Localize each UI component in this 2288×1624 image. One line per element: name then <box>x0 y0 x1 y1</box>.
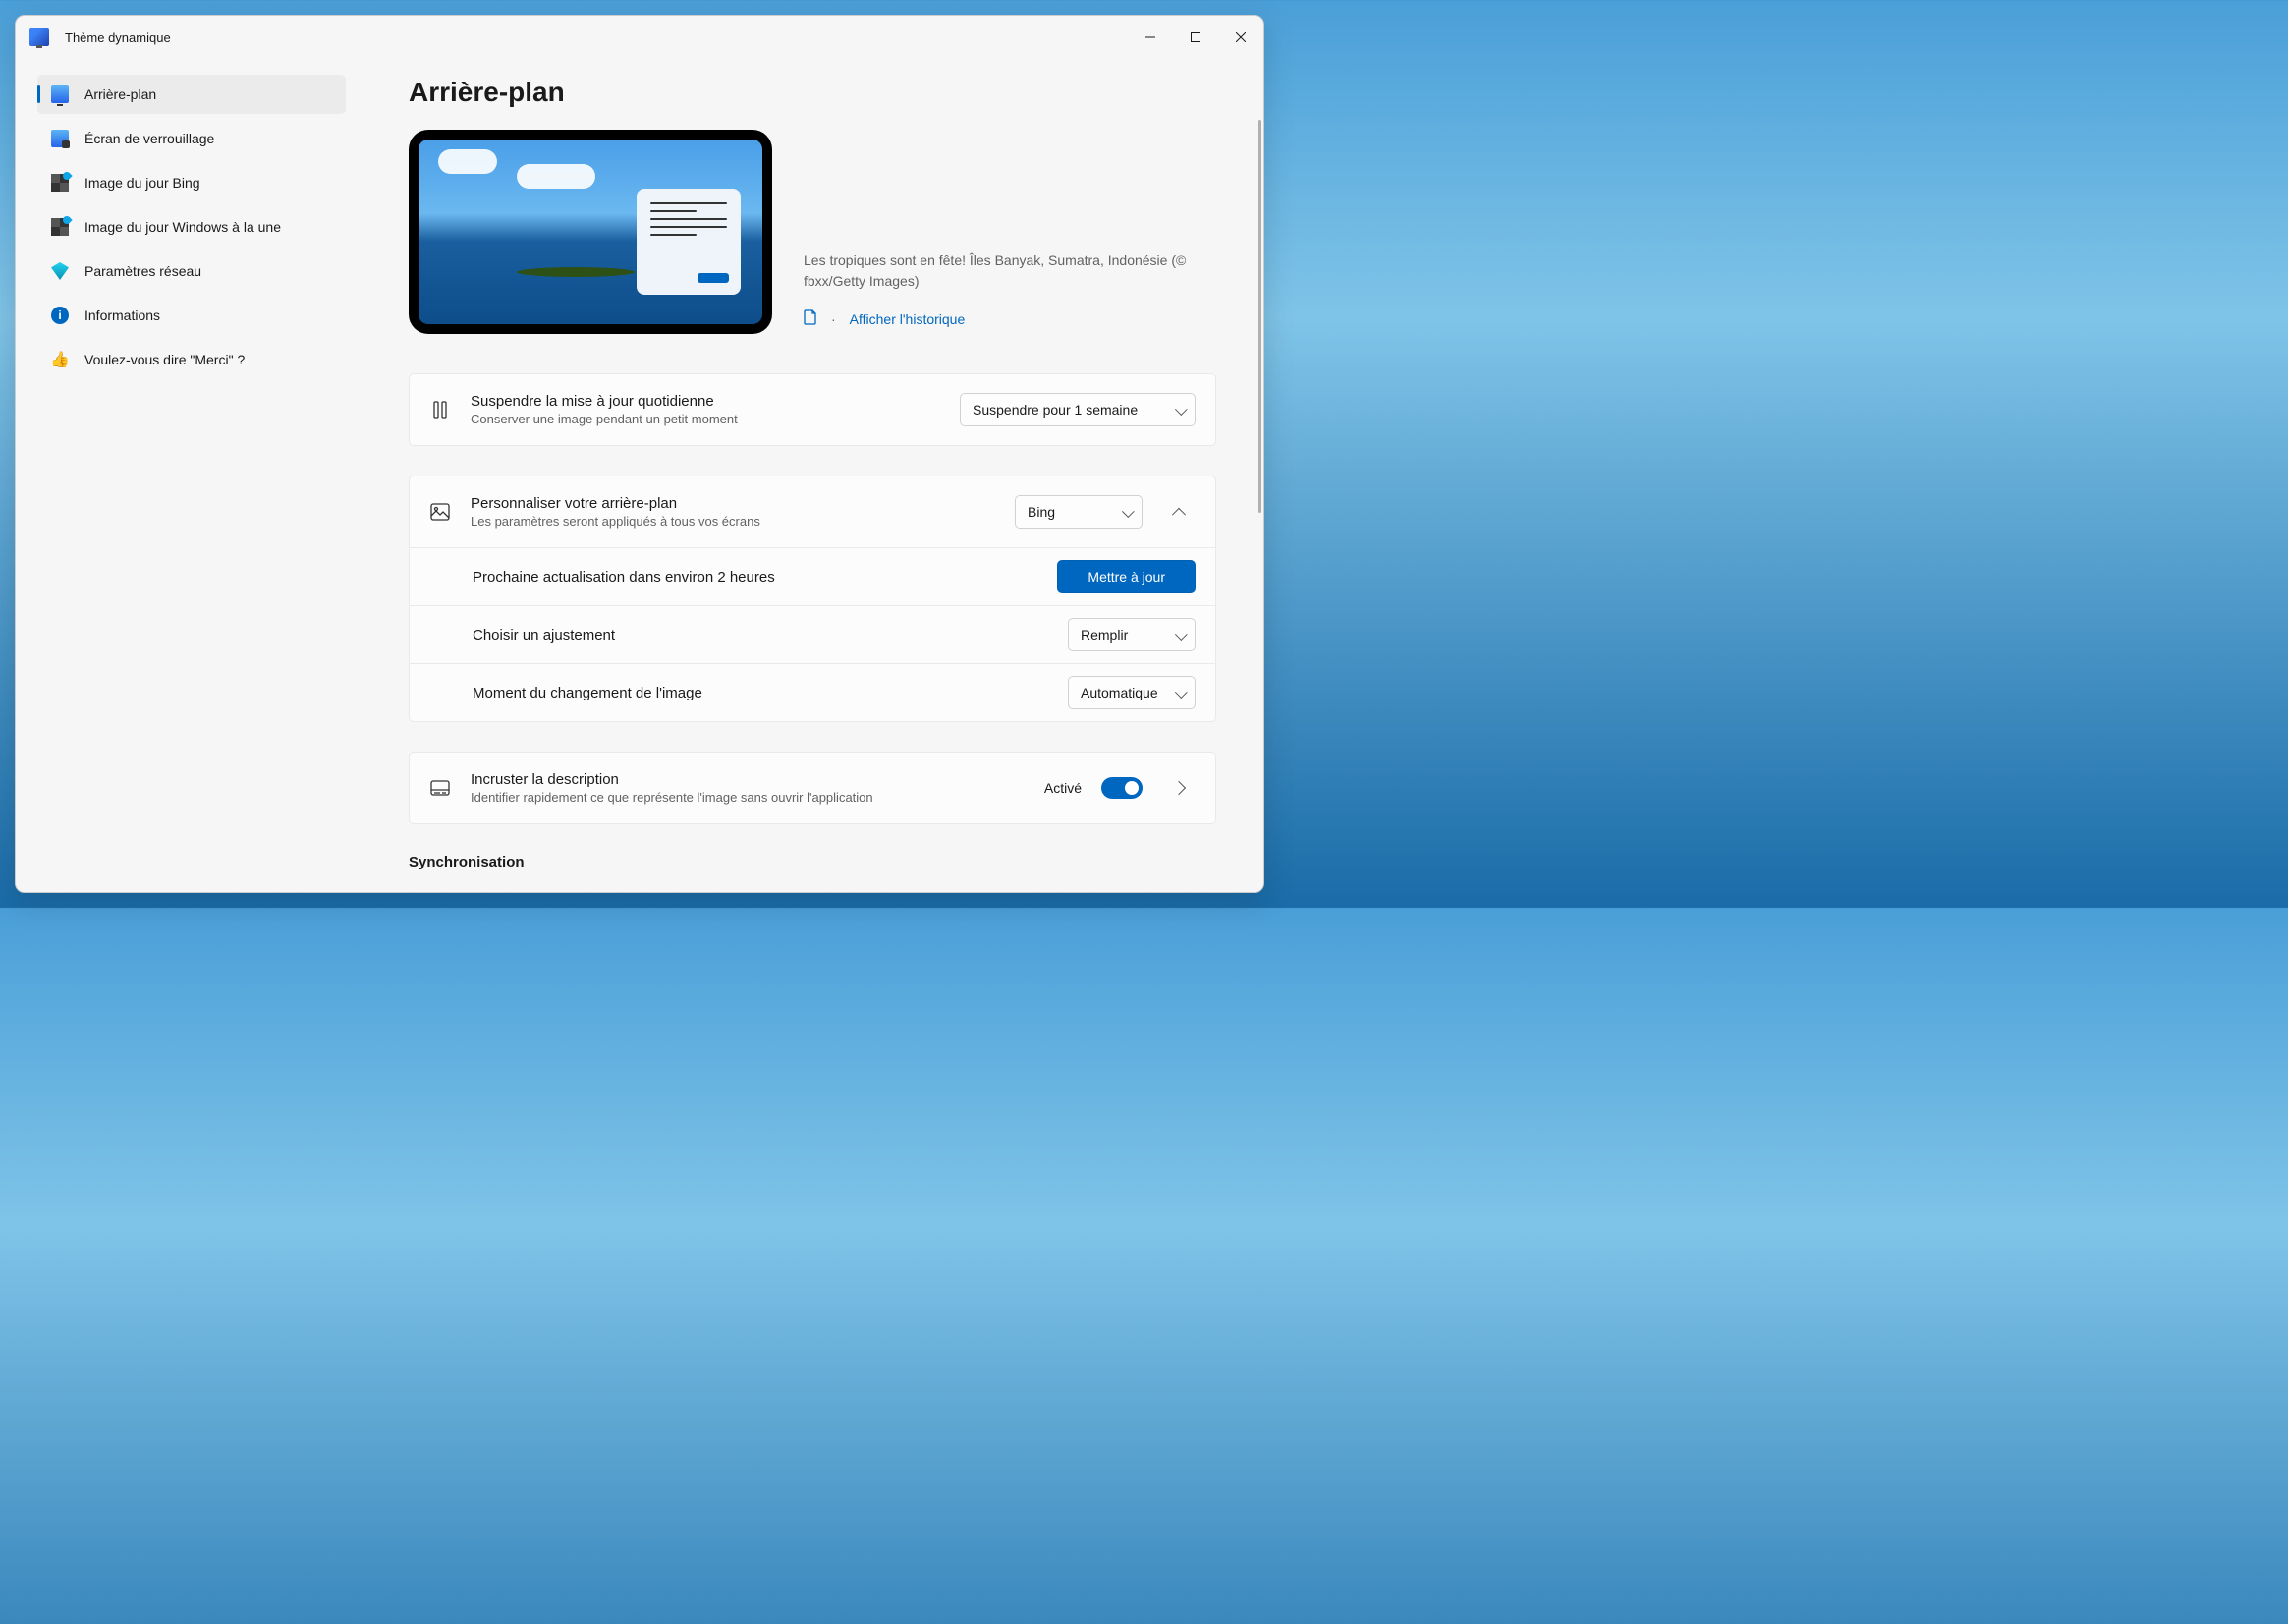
app-title: Thème dynamique <box>65 30 171 45</box>
sidebar-item-bing[interactable]: Image du jour Bing <box>37 163 346 202</box>
embed-subtitle: Identifier rapidement ce que représente … <box>471 790 1025 805</box>
close-button[interactable] <box>1218 22 1263 53</box>
lock-icon <box>51 130 69 147</box>
minimize-button[interactable] <box>1128 22 1173 53</box>
pause-icon <box>429 401 451 419</box>
sidebar-item-windows-spotlight[interactable]: Image du jour Windows à la une <box>37 207 346 247</box>
fit-dropdown[interactable]: Remplir <box>1068 618 1196 651</box>
device-preview <box>409 130 772 334</box>
description-overlay <box>637 189 741 295</box>
sidebar-item-label: Écran de verrouillage <box>84 131 214 146</box>
app-icon <box>29 28 49 46</box>
fit-label: Choisir un ajustement <box>473 627 1048 644</box>
sidebar-item-thanks[interactable]: 👍 Voulez-vous dire "Merci" ? <box>37 340 346 379</box>
personalize-card: Personnaliser votre arrière-plan Les par… <box>409 476 1216 722</box>
scrollbar[interactable] <box>1258 120 1261 513</box>
image-caption: Les tropiques sont en fête! Îles Banyak,… <box>804 251 1216 292</box>
personalize-subtitle: Les paramètres seront appliqués à tous v… <box>471 514 995 529</box>
update-button[interactable]: Mettre à jour <box>1057 560 1196 593</box>
preview-section: Les tropiques sont en fête! Îles Banyak,… <box>409 130 1216 334</box>
suspend-title: Suspendre la mise à jour quotidienne <box>471 393 940 410</box>
embed-title: Incruster la description <box>471 771 1025 788</box>
refresh-text: Prochaine actualisation dans environ 2 h… <box>473 569 1037 586</box>
image-icon <box>429 503 451 521</box>
document-icon[interactable] <box>804 309 817 328</box>
preview-image <box>419 140 762 324</box>
main-content[interactable]: Arrière-plan Les tropiques sont en fête!… <box>362 59 1263 892</box>
suspend-subtitle: Conserver une image pendant un petit mom… <box>471 412 940 426</box>
sidebar-item-info[interactable]: i Informations <box>37 296 346 335</box>
sidebar-item-background[interactable]: Arrière-plan <box>37 75 346 114</box>
app-window: Thème dynamique Arrière-plan Écran de ve… <box>15 15 1264 893</box>
bing-icon <box>51 174 69 192</box>
embed-toggle[interactable] <box>1101 777 1143 799</box>
sidebar-item-label: Image du jour Windows à la une <box>84 219 281 235</box>
history-link[interactable]: Afficher l'historique <box>850 311 966 327</box>
personalize-title: Personnaliser votre arrière-plan <box>471 495 995 512</box>
collapse-button[interactable] <box>1162 495 1196 529</box>
window-controls <box>1128 22 1263 53</box>
expand-button[interactable] <box>1162 771 1196 805</box>
moment-label: Moment du changement de l'image <box>473 685 1048 701</box>
thumbs-up-icon: 👍 <box>51 351 69 368</box>
sync-section-title: Synchronisation <box>409 854 1216 870</box>
page-title: Arrière-plan <box>409 77 1216 108</box>
sidebar-item-label: Informations <box>84 308 160 323</box>
sidebar-item-network[interactable]: Paramètres réseau <box>37 252 346 291</box>
maximize-button[interactable] <box>1173 22 1218 53</box>
embed-card: Incruster la description Identifier rapi… <box>409 752 1216 824</box>
suspend-dropdown[interactable]: Suspendre pour 1 semaine <box>960 393 1196 426</box>
sidebar-item-label: Paramètres réseau <box>84 263 201 279</box>
info-icon: i <box>51 307 69 324</box>
sidebar-item-label: Image du jour Bing <box>84 175 200 191</box>
source-dropdown[interactable]: Bing <box>1015 495 1143 529</box>
sidebar-item-label: Arrière-plan <box>84 86 156 102</box>
moment-dropdown[interactable]: Automatique <box>1068 676 1196 709</box>
spotlight-icon <box>51 218 69 236</box>
monitor-icon <box>51 85 69 103</box>
caption-icon <box>429 780 451 796</box>
preview-info: Les tropiques sont en fête! Îles Banyak,… <box>804 251 1216 334</box>
window-body: Arrière-plan Écran de verrouillage Image… <box>16 59 1263 892</box>
suspend-card: Suspendre la mise à jour quotidienne Con… <box>409 373 1216 446</box>
separator: · <box>831 311 836 327</box>
sidebar-item-lockscreen[interactable]: Écran de verrouillage <box>37 119 346 158</box>
toggle-state-label: Activé <box>1044 780 1082 796</box>
sidebar-item-label: Voulez-vous dire "Merci" ? <box>84 352 245 367</box>
sidebar: Arrière-plan Écran de verrouillage Image… <box>16 59 362 892</box>
diamond-icon <box>51 262 69 280</box>
history-row: · Afficher l'historique <box>804 309 1216 328</box>
titlebar: Thème dynamique <box>16 16 1263 59</box>
